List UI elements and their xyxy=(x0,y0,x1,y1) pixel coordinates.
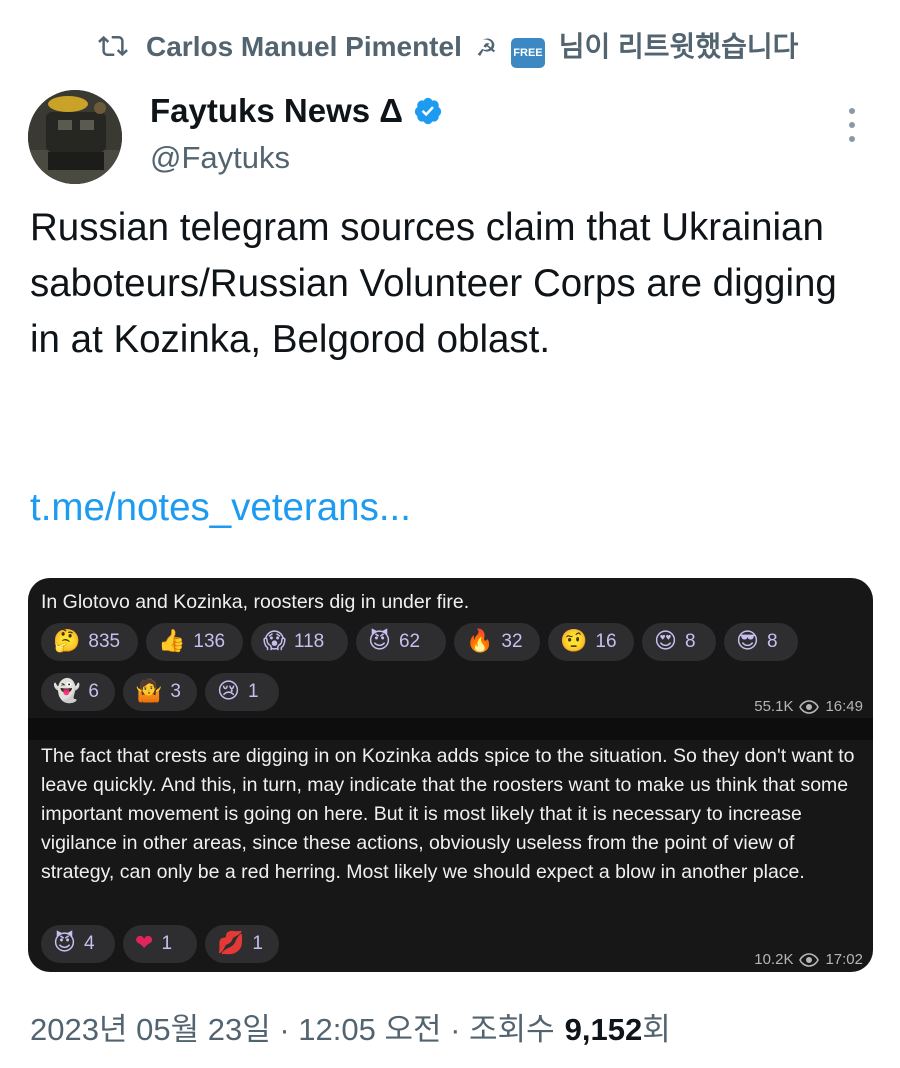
reaction-count: 8 xyxy=(766,631,778,652)
message1-time: 16:49 xyxy=(825,698,863,715)
reaction-chip[interactable]: 😈 4 xyxy=(41,925,115,963)
message2-views: 10.2K xyxy=(754,951,794,968)
message1-meta: 55.1K 16:49 xyxy=(754,698,863,715)
reaction-chip[interactable]: 😈 62 xyxy=(356,623,446,661)
eye-icon xyxy=(799,699,820,714)
thumbs-up-emoji-icon: 👍 xyxy=(158,629,186,654)
retweet-context[interactable]: Carlos Manuel Pimentel ☭ FREE 님이 리트윗했습니다 xyxy=(98,26,799,68)
verified-badge-icon xyxy=(414,97,442,125)
reaction-chip[interactable]: 😎 8 xyxy=(724,623,798,661)
tweet-link[interactable]: t.me/notes_veterans... xyxy=(30,480,411,536)
reaction-count: 1 xyxy=(161,933,173,954)
reaction-chip[interactable]: 🤔 835 xyxy=(41,623,138,661)
kiss-emoji-icon: 💋 xyxy=(217,931,245,956)
more-options-icon[interactable] xyxy=(842,108,862,142)
reaction-chip[interactable]: 🔥 32 xyxy=(454,623,540,661)
shrug-emoji-icon: 🤷 xyxy=(135,679,163,704)
devil-emoji-icon: 😈 xyxy=(368,629,391,654)
reaction-count: 3 xyxy=(170,681,181,702)
reaction-count: 835 xyxy=(88,631,121,652)
eye-icon xyxy=(799,952,820,967)
avatar-image xyxy=(28,90,122,184)
author-handle[interactable]: @Faytuks xyxy=(150,140,443,176)
reaction-count: 16 xyxy=(595,631,617,652)
reaction-chip[interactable]: 🤷 3 xyxy=(123,673,197,711)
reaction-chip[interactable]: 🤨 16 xyxy=(548,623,634,661)
retweeter-name[interactable]: Carlos Manuel Pimentel xyxy=(146,31,462,62)
author-block[interactable]: Faytuks News Δ @Faytuks xyxy=(150,92,443,176)
sunglasses-emoji-icon: 😎 xyxy=(736,629,759,654)
devil-emoji-icon: 😈 xyxy=(53,931,76,956)
reaction-chip[interactable]: 💋 1 xyxy=(205,925,279,963)
reaction-chip[interactable]: 😱 118 xyxy=(251,623,348,661)
ghost-emoji-icon: 👻 xyxy=(53,679,81,704)
reaction-chip[interactable]: ❤ 1 xyxy=(123,925,197,963)
author-name[interactable]: Faytuks News Δ xyxy=(150,92,403,130)
reaction-chip[interactable]: 😢 1 xyxy=(205,673,279,711)
telegram-screenshot[interactable]: In Glotovo and Kozinka, roosters dig in … xyxy=(28,578,873,972)
reaction-count: 32 xyxy=(501,631,523,652)
reaction-count: 4 xyxy=(83,933,95,954)
tweet-text: Russian telegram sources claim that Ukra… xyxy=(30,206,837,361)
reaction-count: 1 xyxy=(247,681,259,702)
thinking-emoji-icon: 🤔 xyxy=(53,629,81,654)
reaction-chip[interactable]: 👻 6 xyxy=(41,673,115,711)
reaction-count: 8 xyxy=(684,631,696,652)
retweet-suffix: 님이 리트윗했습니다 xyxy=(558,30,799,62)
raised-eyebrow-emoji-icon: 🤨 xyxy=(560,629,588,654)
reaction-chip[interactable]: 👍 136 xyxy=(146,623,243,661)
reaction-count: 136 xyxy=(193,631,226,652)
reaction-chip[interactable]: 😍 8 xyxy=(642,623,716,661)
message2-time: 17:02 xyxy=(825,951,863,968)
reaction-count: 1 xyxy=(252,933,263,954)
retweet-icon xyxy=(98,35,128,57)
avatar[interactable] xyxy=(28,90,122,184)
crying-emoji-icon: 😢 xyxy=(217,679,240,704)
message2-text: The fact that crests are digging in on K… xyxy=(41,745,855,883)
reaction-count: 6 xyxy=(88,681,99,702)
heart-emoji-icon: ❤ xyxy=(135,931,154,956)
reaction-count: 118 xyxy=(293,631,325,652)
message1-views: 55.1K xyxy=(754,698,794,715)
view-count: 9,152 xyxy=(564,1012,643,1047)
fire-emoji-icon: 🔥 xyxy=(466,629,494,654)
reaction-count: 62 xyxy=(398,631,421,652)
tweet-date[interactable]: 2023년 05월 23일 · 12:05 오전 · 조회수 xyxy=(30,1004,555,1049)
hammer-sickle-icon: ☭ xyxy=(475,34,498,62)
tweet-footer: 2023년 05월 23일 · 12:05 오전 · 조회수 9,152회 xyxy=(30,1004,671,1049)
free-badge-icon: FREE xyxy=(510,37,545,68)
message-divider xyxy=(28,718,873,740)
message1-text: In Glotovo and Kozinka, roosters dig in … xyxy=(41,591,470,613)
message2-meta: 10.2K 17:02 xyxy=(754,951,863,968)
scream-emoji-icon: 😱 xyxy=(263,629,286,654)
heart-eyes-emoji-icon: 😍 xyxy=(654,629,677,654)
view-count-suffix: 회 xyxy=(642,1012,671,1047)
